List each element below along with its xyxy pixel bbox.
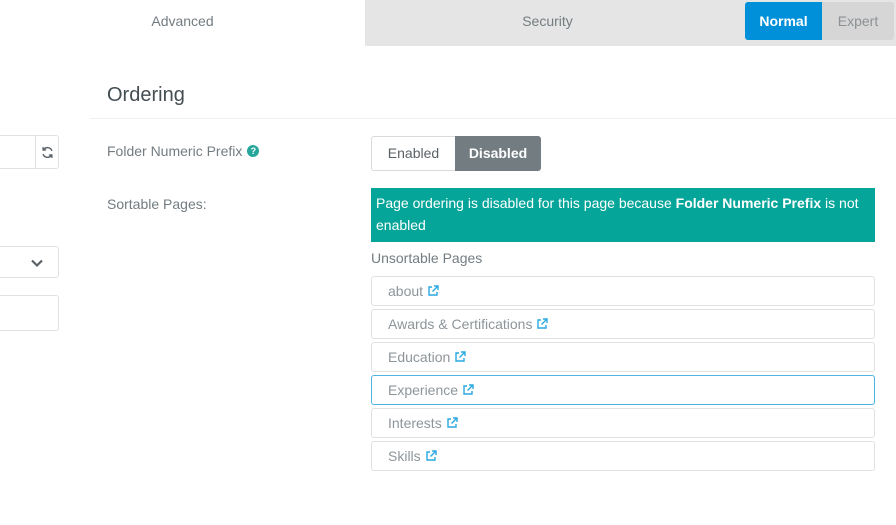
external-link-icon[interactable] <box>462 384 474 396</box>
tab-security-label: Security <box>522 13 573 29</box>
unsortable-page-list: about Awards & Certifications Education … <box>371 276 875 474</box>
section-title: Ordering <box>107 84 185 106</box>
tab-advanced[interactable]: Advanced <box>0 0 365 46</box>
page-link[interactable]: Interests <box>388 409 442 437</box>
enabled-option[interactable]: Enabled <box>371 136 455 171</box>
refresh-button[interactable] <box>35 135 59 169</box>
list-item-education[interactable]: Education <box>371 342 875 372</box>
left-text-input[interactable] <box>0 135 35 169</box>
external-link-icon[interactable] <box>427 285 439 297</box>
page-link[interactable]: Education <box>388 343 450 371</box>
unsortable-pages-title: Unsortable Pages <box>371 250 483 266</box>
ordering-notice: Page ordering is disabled for this page … <box>371 188 875 242</box>
mode-normal-button[interactable]: Normal <box>745 2 822 40</box>
external-link-icon[interactable] <box>454 351 466 363</box>
list-item-awards[interactable]: Awards & Certifications <box>371 309 875 339</box>
mode-expert-button[interactable]: Expert <box>822 2 894 40</box>
external-link-icon[interactable] <box>425 450 437 462</box>
page-link[interactable]: Awards & Certifications <box>388 310 532 338</box>
notice-prefix: Page ordering is disabled for this page … <box>376 195 676 211</box>
list-item-about[interactable]: about <box>371 276 875 306</box>
refresh-icon <box>41 146 53 158</box>
page-link[interactable]: Experience <box>388 376 458 404</box>
external-link-icon[interactable] <box>536 318 549 330</box>
page-link[interactable]: Skills <box>388 442 421 470</box>
external-link-icon[interactable] <box>446 417 458 429</box>
left-select[interactable] <box>0 246 59 278</box>
list-item-skills[interactable]: Skills <box>371 441 875 471</box>
divider <box>90 118 896 119</box>
folder-prefix-label: Folder Numeric Prefix ? <box>107 143 260 159</box>
folder-prefix-toggle: Enabled Disabled <box>371 136 541 171</box>
left-input-field[interactable] <box>0 295 59 331</box>
notice-bold: Folder Numeric Prefix <box>675 195 822 211</box>
list-item-interests[interactable]: Interests <box>371 408 875 438</box>
page-link[interactable]: about <box>388 277 423 305</box>
sortable-pages-label: Sortable Pages: <box>107 196 207 212</box>
help-icon[interactable]: ? <box>247 145 260 157</box>
list-item-experience[interactable]: Experience <box>371 375 875 405</box>
tab-bar: Advanced Security Normal Expert <box>0 0 896 46</box>
folder-prefix-label-text: Folder Numeric Prefix <box>107 143 243 159</box>
disabled-option[interactable]: Disabled <box>455 136 541 171</box>
chevron-down-icon <box>31 259 43 268</box>
